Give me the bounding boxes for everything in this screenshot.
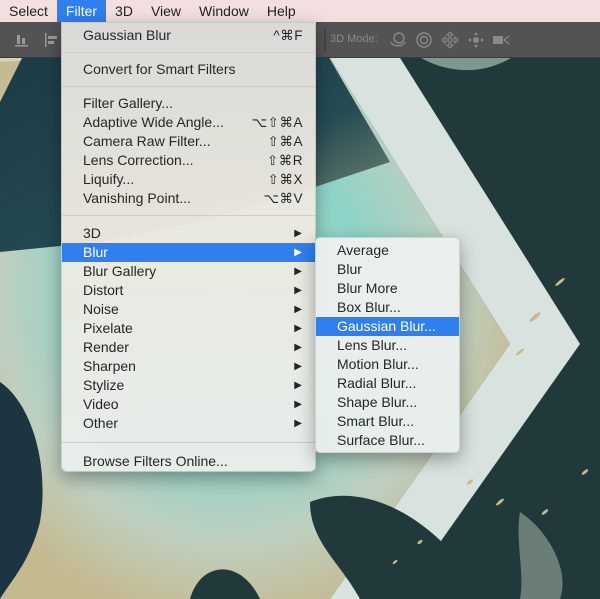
menu-item-label: Gaussian Blur: [83, 27, 171, 43]
submenu-item-radial-blur[interactable]: Radial Blur...: [316, 374, 459, 393]
shortcut-label: ⇧⌘A: [267, 134, 303, 149]
submenu-item-gaussian-blur[interactable]: Gaussian Blur...: [316, 317, 459, 336]
orbit-3d-icon[interactable]: [388, 30, 408, 50]
menu-item-label: Adaptive Wide Angle...: [83, 114, 224, 130]
submenu-item-motion-blur[interactable]: Motion Blur...: [316, 355, 459, 374]
submenu-item-smart-blur[interactable]: Smart Blur...: [316, 412, 459, 431]
submenu-item-box-blur[interactable]: Box Blur...: [316, 298, 459, 317]
submenu-item-blur-more[interactable]: Blur More: [316, 279, 459, 298]
blur-submenu: Average Blur Blur More Box Blur... Gauss…: [315, 237, 460, 453]
menu-item-last-filter[interactable]: Gaussian Blur ^⌘F: [62, 26, 315, 45]
submenu-arrow-icon: ▶: [294, 399, 302, 410]
menu-item-stylize[interactable]: Stylize ▶: [62, 376, 315, 395]
menu-item-liquify[interactable]: Liquify... ⇧⌘X: [62, 170, 315, 189]
menu-item-blur-gallery[interactable]: Blur Gallery ▶: [62, 262, 315, 281]
menu-item-label: Pixelate: [83, 320, 133, 336]
menu-3d[interactable]: 3D: [106, 0, 142, 22]
menu-separator: [62, 442, 315, 443]
menu-item-distort[interactable]: Distort ▶: [62, 281, 315, 300]
slide-3d-icon[interactable]: [466, 30, 486, 50]
roll-3d-icon[interactable]: [414, 30, 434, 50]
menu-separator: [62, 52, 315, 53]
menu-item-label: Blur: [83, 244, 108, 260]
menu-item-sharpen[interactable]: Sharpen ▶: [62, 357, 315, 376]
submenu-arrow-icon: ▶: [294, 418, 302, 429]
menu-item-convert-smart-filters[interactable]: Convert for Smart Filters: [62, 60, 315, 79]
menu-item-label: Noise: [83, 301, 119, 317]
menu-item-3d[interactable]: 3D ▶: [62, 224, 315, 243]
menu-item-label: Camera Raw Filter...: [83, 133, 211, 149]
3d-mode-label: 3D Mode:: [330, 33, 378, 45]
submenu-arrow-icon: ▶: [294, 342, 302, 353]
menu-item-vanishing-point[interactable]: Vanishing Point... ⌥⌘V: [62, 189, 315, 208]
menu-item-label: Video: [83, 396, 119, 412]
menu-separator: [62, 215, 315, 216]
menu-item-blur[interactable]: Blur ▶: [62, 243, 315, 262]
menu-item-pixelate[interactable]: Pixelate ▶: [62, 319, 315, 338]
shortcut-label: ⇧⌘X: [267, 172, 303, 187]
submenu-arrow-icon: ▶: [294, 247, 302, 258]
submenu-arrow-icon: ▶: [294, 228, 302, 239]
menu-help[interactable]: Help: [258, 0, 305, 22]
submenu-item-surface-blur[interactable]: Surface Blur...: [316, 431, 459, 450]
shortcut-label: ^⌘F: [273, 28, 303, 43]
menu-item-render[interactable]: Render ▶: [62, 338, 315, 357]
filter-menu: Gaussian Blur ^⌘F Convert for Smart Filt…: [61, 22, 316, 472]
menu-bar: Select Filter 3D View Window Help: [0, 0, 600, 22]
menu-item-label: Distort: [83, 282, 124, 298]
menu-item-camera-raw-filter[interactable]: Camera Raw Filter... ⇧⌘A: [62, 132, 315, 151]
menu-item-noise[interactable]: Noise ▶: [62, 300, 315, 319]
pan-3d-icon[interactable]: [440, 30, 460, 50]
shortcut-label: ⇧⌘R: [266, 153, 303, 168]
menu-item-label: Sharpen: [83, 358, 136, 374]
menu-item-label: Render: [83, 339, 129, 355]
shortcut-label: ⌥⌘V: [263, 191, 303, 206]
submenu-arrow-icon: ▶: [294, 266, 302, 277]
menu-view[interactable]: View: [142, 0, 190, 22]
menu-item-label: 3D: [83, 225, 101, 241]
shortcut-label: ⌥⇧⌘A: [251, 115, 303, 130]
menu-item-label: Stylize: [83, 377, 125, 393]
submenu-arrow-icon: ▶: [294, 380, 302, 391]
scale-camera-icon[interactable]: [492, 30, 512, 50]
menu-item-label: Liquify...: [83, 171, 135, 187]
submenu-arrow-icon: ▶: [294, 304, 302, 315]
submenu-item-shape-blur[interactable]: Shape Blur...: [316, 393, 459, 412]
menu-item-label: Filter Gallery...: [83, 95, 173, 111]
menu-item-label: Blur Gallery: [83, 263, 157, 279]
menu-item-label: Convert for Smart Filters: [83, 61, 236, 77]
menu-item-label: Other: [83, 415, 119, 431]
submenu-item-lens-blur[interactable]: Lens Blur...: [316, 336, 459, 355]
align-bottom-icon[interactable]: [14, 32, 30, 48]
menu-item-adaptive-wide-angle[interactable]: Adaptive Wide Angle... ⌥⇧⌘A: [62, 113, 315, 132]
menu-window[interactable]: Window: [190, 0, 258, 22]
menu-item-label: Vanishing Point...: [83, 190, 191, 206]
toolbar-separator: [324, 28, 326, 52]
menu-separator: [62, 86, 315, 87]
submenu-arrow-icon: ▶: [294, 285, 302, 296]
menu-select[interactable]: Select: [0, 0, 57, 22]
submenu-item-average[interactable]: Average: [316, 241, 459, 260]
menu-item-other[interactable]: Other ▶: [62, 414, 315, 433]
menu-item-filter-gallery[interactable]: Filter Gallery...: [62, 94, 315, 113]
menu-item-lens-correction[interactable]: Lens Correction... ⇧⌘R: [62, 151, 315, 170]
align-left-icon[interactable]: [44, 32, 60, 48]
submenu-arrow-icon: ▶: [294, 361, 302, 372]
menu-item-label: Browse Filters Online...: [83, 453, 228, 469]
menu-filter[interactable]: Filter: [56, 0, 107, 22]
menu-item-label: Lens Correction...: [83, 152, 194, 168]
submenu-item-blur[interactable]: Blur: [316, 260, 459, 279]
submenu-arrow-icon: ▶: [294, 323, 302, 334]
menu-item-browse-filters-online[interactable]: Browse Filters Online...: [62, 452, 315, 471]
menu-item-video[interactable]: Video ▶: [62, 395, 315, 414]
